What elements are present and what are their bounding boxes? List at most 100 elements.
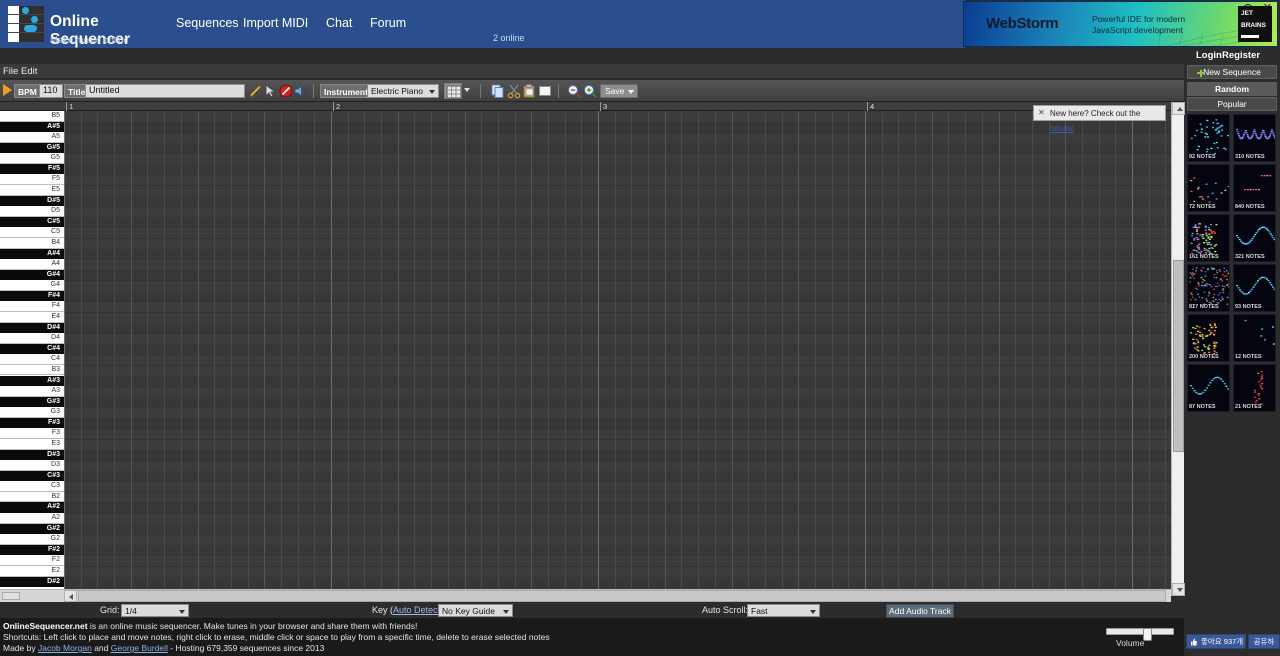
piano-key-Gsharp4[interactable]: G#4	[0, 269, 64, 281]
tab-random[interactable]: Random	[1187, 82, 1277, 96]
select-box-icon[interactable]	[537, 83, 553, 99]
piano-key-F4[interactable]: F4	[0, 301, 64, 313]
nav-import-midi[interactable]: Import MIDI	[243, 16, 308, 30]
nav-forum[interactable]: Forum	[370, 16, 406, 30]
piano-key-B5[interactable]: B5	[0, 111, 64, 122]
piano-key-C4[interactable]: C4	[0, 354, 64, 365]
vertical-scrollbar[interactable]	[1171, 102, 1185, 596]
scroll-up-button[interactable]	[1172, 102, 1185, 115]
grid-settings-button[interactable]	[444, 83, 462, 99]
note-grid[interactable]	[64, 111, 1171, 589]
piano-key-Fsharp2[interactable]: F#2	[0, 544, 64, 556]
zoom-in-icon[interactable]	[582, 83, 598, 99]
bpm-input[interactable]: 110	[39, 84, 63, 98]
piano-key-Fsharp4[interactable]: F#4	[0, 290, 64, 302]
auto-detect-link[interactable]: Auto Detect	[393, 605, 440, 615]
volume-slider-track[interactable]	[1106, 628, 1174, 641]
menu-edit[interactable]: Edit	[21, 66, 37, 77]
piano-key-G3[interactable]: G3	[0, 407, 64, 418]
tab-popular[interactable]: Popular	[1187, 97, 1277, 111]
piano-key-F5[interactable]: F5	[0, 174, 64, 186]
piano-key-C5[interactable]: C5	[0, 227, 64, 238]
cut-icon[interactable]	[506, 83, 522, 99]
sequence-thumbnail[interactable]: 92 NOTES	[1187, 114, 1230, 162]
save-button[interactable]: Save	[600, 84, 638, 98]
tutorial-link[interactable]: tutorial	[1050, 124, 1074, 133]
piano-key-Asharp3[interactable]: A#3	[0, 375, 64, 387]
piano-key-A2[interactable]: A2	[0, 513, 64, 524]
cursor-tool-icon[interactable]	[262, 83, 278, 99]
volume-tool-icon[interactable]	[293, 83, 309, 99]
piano-key-B4[interactable]: B4	[0, 237, 64, 249]
piano-key-G2[interactable]: G2	[0, 534, 64, 545]
piano-key-D4[interactable]: D4	[0, 333, 64, 344]
key-guide-select[interactable]: No Key Guide	[438, 604, 513, 617]
piano-key-G5[interactable]: G5	[0, 153, 64, 164]
sequence-thumbnail[interactable]: 840 NOTES	[1233, 164, 1276, 212]
volume-control[interactable]: Volume	[1100, 625, 1180, 653]
piano-key-Csharp4[interactable]: C#4	[0, 343, 64, 355]
piano-key-E4[interactable]: E4	[0, 312, 64, 323]
author-jacob-morgan[interactable]: Jacob Morgan	[38, 643, 92, 653]
piano-key-C3[interactable]: C3	[0, 481, 64, 492]
piano-key-F3[interactable]: F3	[0, 428, 64, 439]
piano-key-Dsharp5[interactable]: D#5	[0, 195, 64, 207]
piano-key-B3[interactable]: B3	[0, 364, 64, 376]
scroll-down-button[interactable]	[1172, 583, 1185, 596]
menu-file[interactable]: File	[3, 66, 18, 77]
add-audio-track-button[interactable]: Add Audio Track	[886, 604, 954, 618]
piano-key-Dsharp2[interactable]: D#2	[0, 576, 64, 588]
horizontal-scroll-thumb[interactable]	[78, 590, 1166, 602]
sequence-thumbnail[interactable]: 87 NOTES	[1187, 364, 1230, 412]
close-icon[interactable]: ✕	[1038, 109, 1046, 117]
piano-key-Asharp5[interactable]: A#5	[0, 121, 64, 133]
piano-key-Dsharp4[interactable]: D#4	[0, 322, 64, 334]
play-button-icon[interactable]	[3, 84, 12, 96]
paste-icon[interactable]	[521, 83, 537, 99]
author-george-burdell[interactable]: George Burdell	[111, 643, 168, 653]
piano-key-Csharp3[interactable]: C#3	[0, 470, 64, 482]
sequence-thumbnail[interactable]: 200 NOTES	[1187, 314, 1230, 362]
piano-key-Gsharp5[interactable]: G#5	[0, 142, 64, 154]
piano-key-Asharp4[interactable]: A#4	[0, 248, 64, 260]
instrument-select[interactable]: Electric Piano	[367, 84, 439, 98]
piano-key-Asharp2[interactable]: A#2	[0, 502, 64, 514]
brand-block[interactable]: Online Sequencer Make music online	[0, 0, 170, 48]
sequence-thumbnail[interactable]: 21 NOTES	[1233, 364, 1276, 412]
autoscroll-select[interactable]: Fast	[747, 604, 820, 617]
grid-chevron-down-icon[interactable]	[464, 88, 470, 92]
facebook-share-button[interactable]: 공유하	[1248, 634, 1280, 649]
sequence-thumbnail[interactable]: 12 NOTES	[1233, 314, 1276, 362]
piano-key-Gsharp2[interactable]: G#2	[0, 523, 64, 535]
erase-tool-icon[interactable]	[278, 83, 294, 99]
piano-key-A4[interactable]: A4	[0, 259, 64, 270]
piano-key-E3[interactable]: E3	[0, 438, 64, 450]
sequence-thumbnail[interactable]: 161 NOTES	[1187, 214, 1230, 262]
piano-key-D3[interactable]: D3	[0, 460, 64, 471]
piano-key-Fsharp3[interactable]: F#3	[0, 417, 64, 429]
piano-keyboard[interactable]: B5 A#5 A5 G#5 G5 F#5 F5 E5 D#5 D5 C#5 C5 B4 A#4 A4 G#4 G…	[0, 111, 64, 589]
advertisement-banner[interactable]: WebStorm Powerful IDE for modern JavaScr…	[963, 1, 1278, 47]
nav-chat[interactable]: Chat	[326, 16, 352, 30]
copy-icon[interactable]	[490, 83, 506, 99]
piano-key-G4[interactable]: G4	[0, 280, 64, 291]
nav-sequences[interactable]: Sequences	[176, 16, 239, 30]
new-sequence-button[interactable]: New Sequence	[1187, 65, 1277, 79]
sequence-thumbnail[interactable]: 93 NOTES	[1233, 264, 1276, 312]
register-link[interactable]: Register	[1222, 50, 1260, 61]
piano-key-B2[interactable]: B2	[0, 491, 64, 503]
grid-select[interactable]: 1/4	[121, 604, 189, 617]
piano-key-F2[interactable]: F2	[0, 555, 64, 566]
measure-ruler[interactable]: 1 2 3 4	[0, 102, 1171, 111]
piano-key-D5[interactable]: D5	[0, 206, 64, 217]
vertical-scroll-thumb[interactable]	[1173, 260, 1184, 452]
sequence-thumbnail[interactable]: 321 NOTES	[1233, 214, 1276, 262]
sequence-thumbnail[interactable]: 72 NOTES	[1187, 164, 1230, 212]
piano-key-Csharp5[interactable]: C#5	[0, 216, 64, 228]
piano-key-Dsharp3[interactable]: D#3	[0, 449, 64, 461]
horizontal-scrollbar[interactable]	[0, 589, 1171, 602]
piano-key-A3[interactable]: A3	[0, 386, 64, 397]
piano-key-Gsharp3[interactable]: G#3	[0, 396, 64, 408]
scroll-left-button[interactable]	[64, 590, 77, 602]
facebook-like-button[interactable]: 좋아요 937개	[1186, 634, 1246, 649]
